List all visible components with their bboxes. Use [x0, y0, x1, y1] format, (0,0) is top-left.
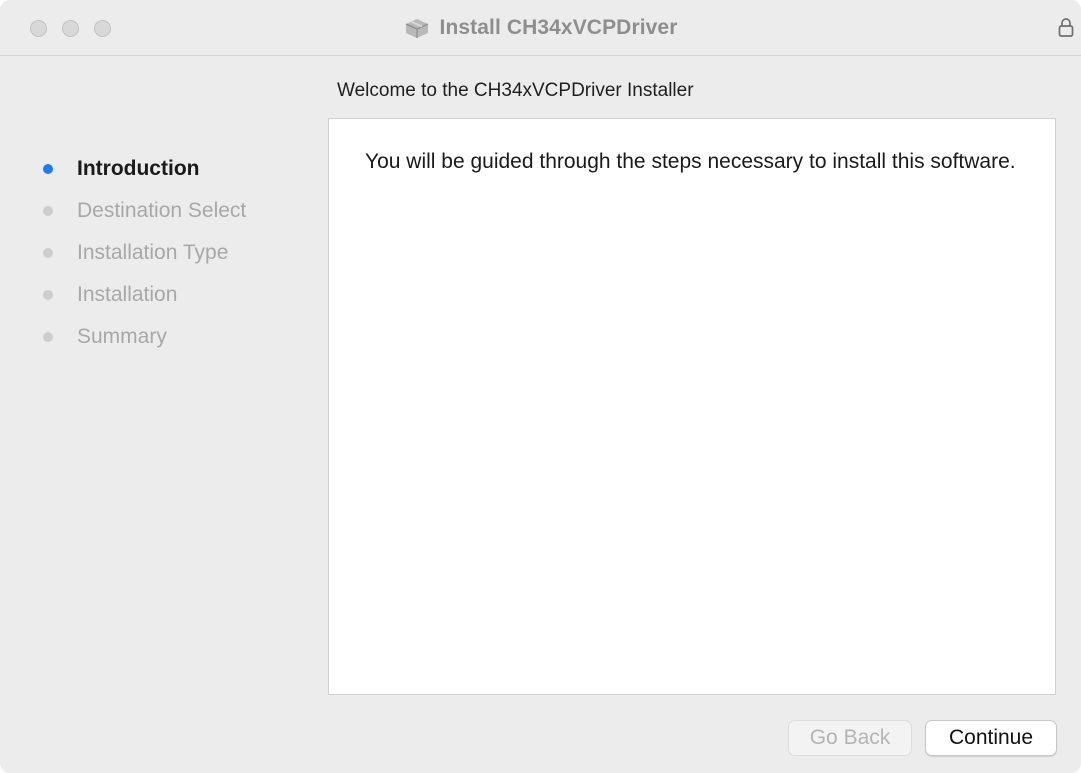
step-indicator-dot	[43, 164, 53, 174]
title-bar[interactable]: Install CH34xVCPDriver	[0, 0, 1081, 56]
step-destination-select: Destination Select	[0, 190, 320, 232]
step-introduction: Introduction	[0, 148, 320, 190]
step-label: Installation	[77, 283, 178, 306]
step-indicator-dot	[43, 290, 53, 300]
introduction-text: You will be guided through the steps nec…	[365, 150, 1016, 173]
window-title: Install CH34xVCPDriver	[439, 16, 678, 39]
step-installation: Installation	[0, 274, 320, 316]
step-label: Summary	[77, 325, 167, 348]
step-label: Destination Select	[77, 199, 247, 222]
content-panel[interactable]: You will be guided through the steps nec…	[328, 118, 1056, 695]
go-back-button[interactable]: Go Back	[788, 720, 912, 756]
step-indicator-dot	[43, 248, 53, 258]
step-indicator-dot	[43, 206, 53, 216]
package-installer-icon	[405, 19, 428, 38]
step-label: Installation Type	[77, 241, 229, 264]
window-title-group: Install CH34xVCPDriver	[0, 0, 1081, 56]
lock-icon	[1058, 18, 1074, 37]
installer-window: Install CH34xVCPDriver Welcome to the CH…	[0, 0, 1081, 773]
step-summary: Summary	[0, 316, 320, 358]
page-title: Welcome to the CH34xVCPDriver Installer	[337, 80, 694, 101]
step-indicator-dot	[43, 332, 53, 342]
step-label: Introduction	[77, 157, 200, 180]
continue-button[interactable]: Continue	[925, 720, 1057, 756]
step-installation-type: Installation Type	[0, 232, 320, 274]
installer-steps-sidebar: Introduction Destination Select Installa…	[0, 148, 320, 358]
